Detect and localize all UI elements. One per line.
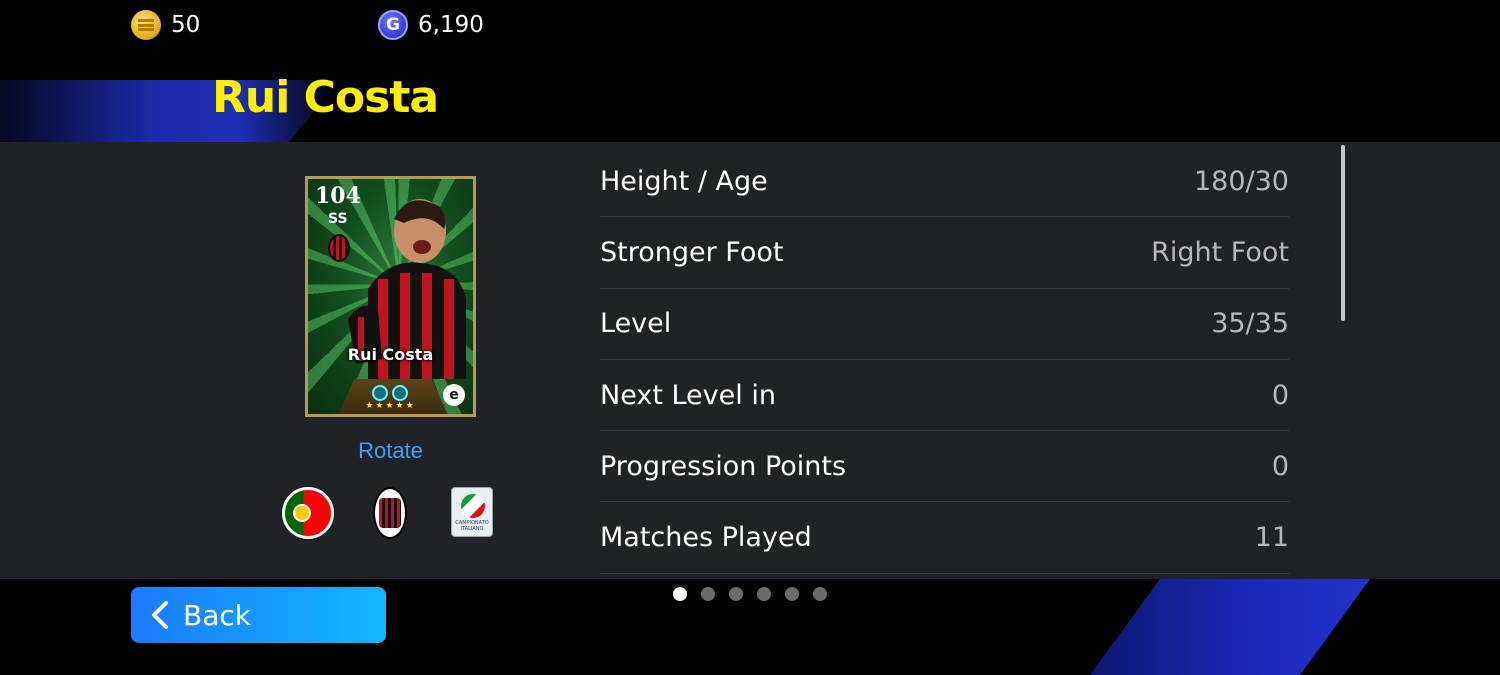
coin-amount: 50 <box>171 12 201 38</box>
stat-row-level: Level 35/35 <box>600 289 1289 360</box>
stat-label: Stronger Foot <box>600 236 784 268</box>
serie-a-badge-icon[interactable]: CAMPIONATO ITALIANO <box>451 487 493 537</box>
player-name: Rui Costa <box>212 72 439 123</box>
card-position: SS <box>328 211 348 227</box>
page-dot[interactable] <box>701 587 715 601</box>
card-skill-icons <box>372 385 408 401</box>
page-dot[interactable] <box>673 587 687 601</box>
page-dot[interactable] <box>813 587 827 601</box>
gp-counter[interactable]: G 6,190 <box>378 10 484 40</box>
stat-value: 35/35 <box>1211 308 1289 340</box>
stat-value: 11 <box>1254 522 1289 554</box>
efootball-logo-icon: e <box>443 384 465 406</box>
stat-value: 0 <box>1271 450 1289 482</box>
gp-icon: G <box>378 10 408 40</box>
stat-row-stronger-foot: Stronger Foot Right Foot <box>600 217 1289 289</box>
page-dot[interactable] <box>729 587 743 601</box>
stat-row-next-level: Next Level in 0 <box>600 360 1289 432</box>
portugal-flag-icon[interactable] <box>282 487 334 539</box>
stat-row-progression-points: Progression Points 0 <box>600 431 1289 503</box>
card-player-name: Rui Costa <box>347 345 434 364</box>
stat-label: Level <box>600 308 672 340</box>
stat-row-height-age: Height / Age 180/30 <box>600 146 1289 218</box>
chevron-left-icon <box>152 601 168 629</box>
stat-label: Matches Played <box>600 522 812 554</box>
card-rating: 104 <box>315 183 361 209</box>
stat-row-matches-played: Matches Played 11 <box>600 502 1289 574</box>
page-indicator <box>673 587 827 601</box>
back-label: Back <box>183 598 251 632</box>
league-badge-text: CAMPIONATO ITALIANO <box>455 520 489 532</box>
decorative-stripe <box>1090 579 1370 675</box>
page-dot[interactable] <box>785 587 799 601</box>
back-button[interactable]: Back <box>131 587 386 643</box>
stat-label: Height / Age <box>600 165 768 197</box>
stats-scrollbar[interactable] <box>1341 145 1345 321</box>
coin-counter[interactable]: 50 <box>131 10 200 40</box>
stat-label: Next Level in <box>600 379 776 411</box>
stat-label: Progression Points <box>600 450 847 482</box>
page-dot[interactable] <box>757 587 771 601</box>
card-club-icon <box>328 234 350 262</box>
coin-icon <box>131 10 161 40</box>
rotate-button[interactable]: Rotate <box>305 438 476 464</box>
stat-value: Right Foot <box>1151 236 1289 268</box>
player-card[interactable]: 104 SS Rui Costa ★★★★★ e <box>305 176 476 417</box>
stat-value: 180/30 <box>1194 165 1289 197</box>
player-stats-list[interactable]: Height / Age 180/30 Stronger Foot Right … <box>600 146 1289 574</box>
ac-milan-crest-icon[interactable] <box>373 487 407 539</box>
gp-amount: 6,190 <box>418 12 484 38</box>
stat-value: 0 <box>1271 379 1289 411</box>
